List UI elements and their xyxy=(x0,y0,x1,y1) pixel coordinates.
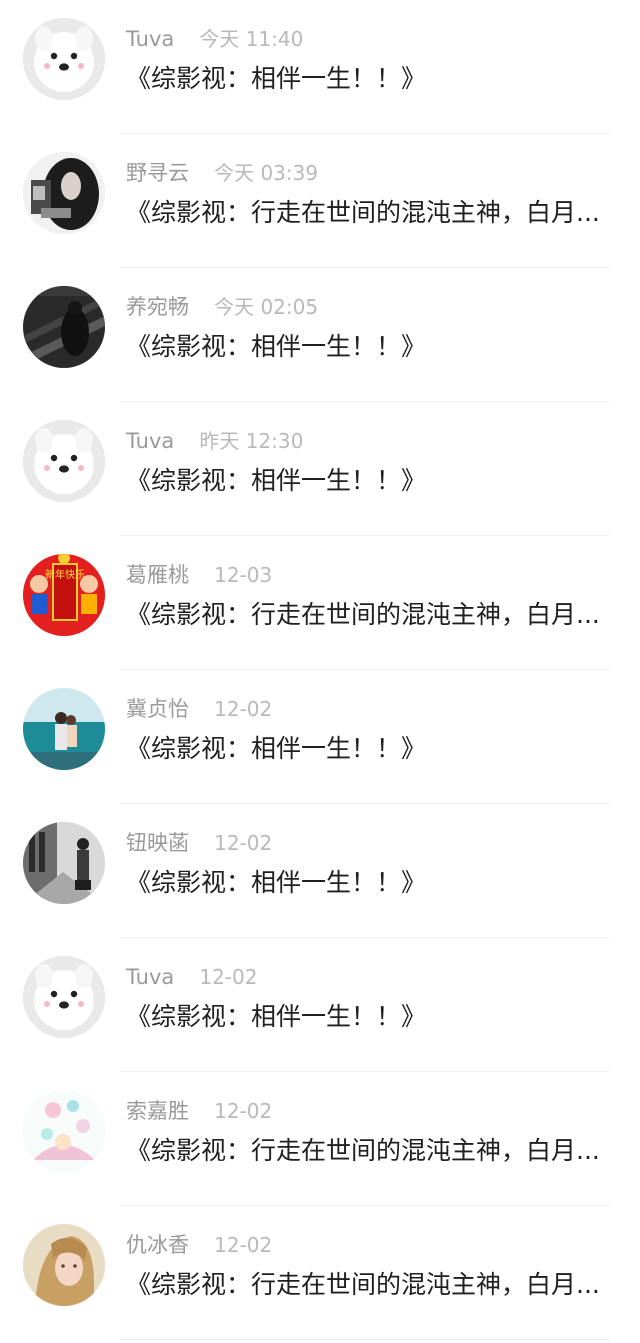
comment-text[interactable]: 《综影视：行走在世间的混沌主神，白月... xyxy=(126,596,640,634)
samoyed-avatar-icon xyxy=(23,956,105,1038)
user-name[interactable]: Tuva xyxy=(126,429,174,453)
avatar[interactable]: 新年快乐 xyxy=(23,554,105,636)
samoyed-avatar-icon xyxy=(23,420,105,502)
comment-text[interactable]: 《综影视：行走在世间的混沌主神，白月... xyxy=(126,1132,640,1170)
comment-time: 12-02 xyxy=(214,1233,273,1257)
comment-text[interactable]: 《综影视：相伴一生！！》 xyxy=(126,998,640,1036)
comment-meta: Tuva 12-02 xyxy=(126,962,257,992)
comment-item[interactable]: 索嘉胜 12-02 《综影视：行走在世间的混沌主神，白月... xyxy=(0,1072,640,1206)
comment-meta: 索嘉胜 12-02 xyxy=(126,1096,272,1126)
comment-item[interactable]: 冀贞怡 12-02 《综影视：相伴一生！！》 xyxy=(0,670,640,804)
comment-meta: 钮映菡 12-02 xyxy=(126,828,272,858)
user-name[interactable]: Tuva xyxy=(126,27,174,51)
woman-portrait-icon xyxy=(23,152,105,234)
comment-text[interactable]: 《综影视：相伴一生！！》 xyxy=(126,864,640,902)
comment-item[interactable]: Tuva 昨天 12:30 《综影视：相伴一生！！》 xyxy=(0,402,640,536)
user-name[interactable]: 冀贞怡 xyxy=(126,697,189,721)
comment-item[interactable]: 新年快乐 葛雁桃 12-03 《综影视：行走在世间的混沌主神，白月... xyxy=(0,536,640,670)
beach-avatar-icon xyxy=(23,688,105,770)
comment-item[interactable]: 野寻云 今天 03:39 《综影视：行走在世间的混沌主神，白月... xyxy=(0,134,640,268)
comment-text[interactable]: 《综影视：行走在世间的混沌主神，白月... xyxy=(126,194,640,232)
comment-time: 12-02 xyxy=(214,697,273,721)
railway-avatar-icon xyxy=(23,286,105,368)
comment-time: 昨天 12:30 xyxy=(199,429,304,453)
comment-time: 12-02 xyxy=(214,1099,273,1123)
comment-time: 12-03 xyxy=(214,563,273,587)
comment-text[interactable]: 《综影视：相伴一生！！》 xyxy=(126,328,640,366)
user-name[interactable]: 养宛畅 xyxy=(126,295,189,319)
comment-time: 12-02 xyxy=(214,831,273,855)
user-name[interactable]: 野寻云 xyxy=(126,161,189,185)
comment-meta: Tuva 昨天 12:30 xyxy=(126,426,303,456)
comment-item[interactable]: Tuva 12-02 《综影视：相伴一生！！》 xyxy=(0,938,640,1072)
avatar[interactable] xyxy=(23,1090,105,1172)
avatar[interactable] xyxy=(23,152,105,234)
user-name[interactable]: Tuva xyxy=(126,965,174,989)
comment-meta: Tuva 今天 11:40 xyxy=(126,24,303,54)
comment-meta: 仇冰香 12-02 xyxy=(126,1230,272,1260)
comment-time: 今天 03:39 xyxy=(214,161,319,185)
comment-item[interactable]: 养宛畅 今天 02:05 《综影视：相伴一生！！》 xyxy=(0,268,640,402)
new-year-text: 新年快乐 xyxy=(45,568,85,581)
user-name[interactable]: 索嘉胜 xyxy=(126,1099,189,1123)
comment-meta: 养宛畅 今天 02:05 xyxy=(126,292,318,322)
comment-item[interactable]: Tuva 今天 11:40 《综影视：相伴一生！！》 xyxy=(0,0,640,134)
street-avatar-icon xyxy=(23,822,105,904)
comment-time: 12-02 xyxy=(199,965,258,989)
comment-text[interactable]: 《综影视：相伴一生！！》 xyxy=(126,730,640,768)
avatar[interactable] xyxy=(23,1224,105,1306)
comment-time: 今天 02:05 xyxy=(214,295,319,319)
avatar[interactable] xyxy=(23,420,105,502)
comment-text[interactable]: 《综影视：相伴一生！！》 xyxy=(126,462,640,500)
comment-meta: 冀贞怡 12-02 xyxy=(126,694,272,724)
avatar[interactable] xyxy=(23,688,105,770)
comment-item[interactable]: 钮映菡 12-02 《综影视：相伴一生！！》 xyxy=(0,804,640,938)
user-name[interactable]: 钮映菡 xyxy=(126,831,189,855)
user-name[interactable]: 葛雁桃 xyxy=(126,563,189,587)
comment-item[interactable]: 仇冰香 12-02 《综影视：行走在世间的混沌主神，白月... xyxy=(0,1206,640,1340)
comment-time: 今天 11:40 xyxy=(199,27,304,51)
samoyed-avatar-icon xyxy=(23,18,105,100)
comment-meta: 葛雁桃 12-03 xyxy=(126,560,272,590)
avatar[interactable] xyxy=(23,822,105,904)
avatar[interactable] xyxy=(23,18,105,100)
comment-list: Tuva 今天 11:40 《综影视：相伴一生！！》 野寻云 今天 03:39 … xyxy=(0,0,640,1340)
comment-text[interactable]: 《综影视：相伴一生！！》 xyxy=(126,60,640,98)
avatar[interactable] xyxy=(23,286,105,368)
comment-meta: 野寻云 今天 03:39 xyxy=(126,158,318,188)
avatar[interactable] xyxy=(23,956,105,1038)
user-name[interactable]: 仇冰香 xyxy=(126,1233,189,1257)
flowers-avatar-icon xyxy=(23,1090,105,1172)
girl-portrait-icon xyxy=(23,1224,105,1306)
comment-text[interactable]: 《综影视：行走在世间的混沌主神，白月... xyxy=(126,1266,640,1304)
new-year-avatar-icon: 新年快乐 xyxy=(23,554,105,636)
